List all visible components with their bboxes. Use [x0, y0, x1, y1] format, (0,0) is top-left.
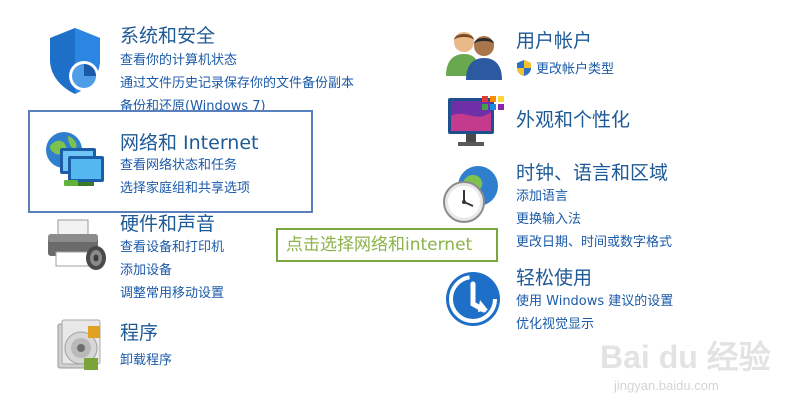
printer-icon[interactable]: [44, 218, 108, 274]
link-file-history-backup[interactable]: 通过文件历史记录保存你的文件备份副本: [120, 75, 354, 92]
watermark-sub: jingyan.baidu.com: [614, 378, 719, 393]
category-title-network[interactable]: 网络和 Internet: [120, 131, 258, 155]
ease-of-access-icon[interactable]: [444, 270, 502, 328]
category-title-clock[interactable]: 时钟、语言和区域: [516, 161, 668, 185]
network-globe-icon[interactable]: [42, 128, 108, 192]
category-title-users[interactable]: 用户帐户: [516, 29, 592, 53]
link-view-computer-status[interactable]: 查看你的计算机状态: [120, 52, 237, 69]
watermark-main: Bai du 经验: [600, 339, 771, 375]
link-change-account-type[interactable]: 更改帐户类型: [536, 61, 614, 78]
link-network-status-tasks[interactable]: 查看网络状态和任务: [120, 157, 237, 174]
annotation-callout: 点击选择网络和internet: [276, 228, 498, 262]
category-title-ease[interactable]: 轻松使用: [516, 266, 592, 290]
link-mobility-settings[interactable]: 调整常用移动设置: [120, 285, 224, 302]
link-date-time-format[interactable]: 更改日期、时间或数字格式: [516, 234, 672, 251]
link-change-input-method[interactable]: 更换输入法: [516, 211, 581, 228]
programs-disc-icon[interactable]: [54, 318, 104, 374]
uac-shield-icon: [517, 60, 531, 76]
clock-globe-icon[interactable]: [442, 164, 504, 226]
baidu-watermark: Bai du 经验 jingyan.baidu.com: [600, 332, 790, 412]
link-add-language[interactable]: 添加语言: [516, 188, 568, 205]
link-uninstall-program[interactable]: 卸载程序: [120, 352, 172, 369]
link-optimize-visual-display[interactable]: 优化视觉显示: [516, 316, 594, 333]
users-icon[interactable]: [444, 28, 504, 80]
category-title-hardware[interactable]: 硬件和声音: [120, 212, 215, 236]
shield-icon[interactable]: [44, 26, 106, 96]
link-windows-recommended-settings[interactable]: 使用 Windows 建议的设置: [516, 293, 673, 310]
link-devices-printers[interactable]: 查看设备和打印机: [120, 239, 224, 256]
category-title-appearance[interactable]: 外观和个性化: [516, 108, 630, 132]
link-add-device[interactable]: 添加设备: [120, 262, 172, 279]
category-title-system[interactable]: 系统和安全: [120, 24, 215, 48]
appearance-monitor-icon[interactable]: [444, 94, 504, 152]
category-title-programs[interactable]: 程序: [120, 321, 158, 345]
link-homegroup-sharing[interactable]: 选择家庭组和共享选项: [120, 180, 250, 197]
